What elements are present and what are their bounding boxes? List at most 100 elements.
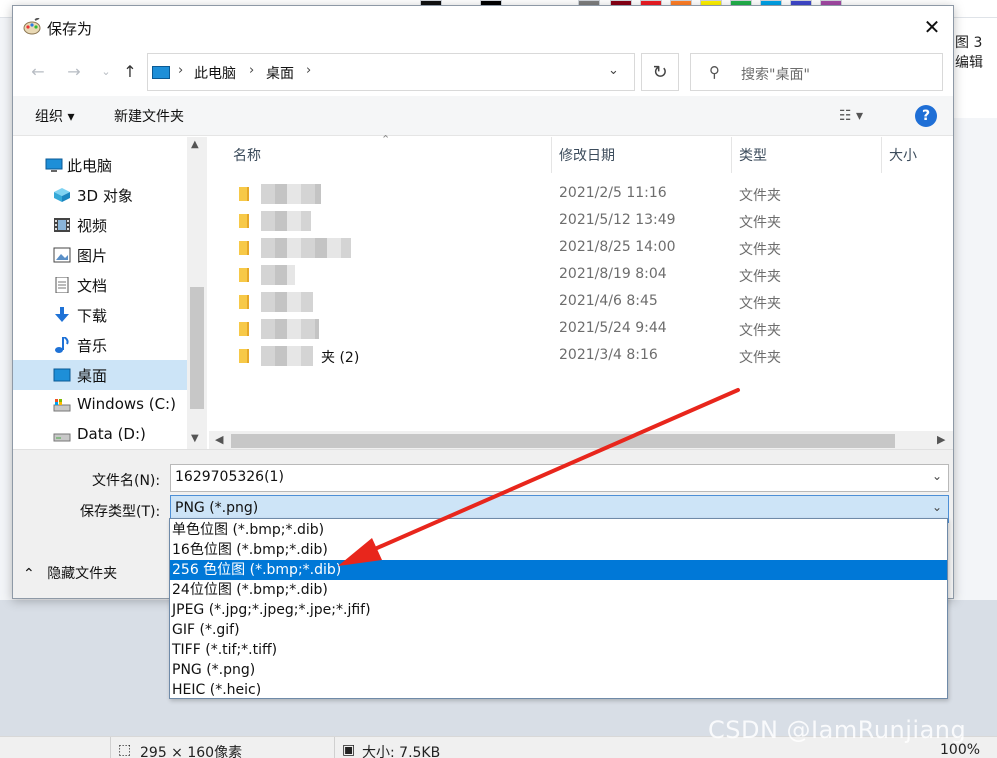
nav-item-data-d[interactable]: Data (D:) (13, 420, 187, 450)
file-row[interactable]: 2021/2/5 11:16 文件夹 (209, 181, 953, 208)
help-icon[interactable]: ? (915, 105, 937, 127)
up-arrow-icon[interactable]: ↑ (119, 60, 141, 82)
column-separator[interactable] (731, 137, 732, 173)
column-header-date[interactable]: 修改日期 (559, 145, 615, 165)
pictures-icon (53, 247, 71, 263)
dropdown-option-selected[interactable]: 256 色位图 (*.bmp;*.dib) (170, 560, 947, 580)
view-options-icon[interactable]: ☷ ▾ (839, 108, 863, 124)
nav-item-this-pc[interactable]: 此电脑 (13, 150, 187, 180)
chevron-down-icon[interactable]: ⌄ (932, 469, 942, 483)
nav-item-windows-c[interactable]: Windows (C:) (13, 390, 187, 420)
redacted-name (261, 292, 313, 312)
dropdown-option[interactable]: GIF (*.gif) (170, 620, 947, 640)
dropdown-option[interactable]: PNG (*.png) (170, 660, 947, 680)
file-row[interactable]: 2021/8/19 8:04 文件夹 (209, 262, 953, 289)
dropdown-option[interactable]: 24位位图 (*.bmp;*.dib) (170, 580, 947, 600)
nav-item-label: 桌面 (77, 367, 108, 385)
column-header-name[interactable]: 名称 (233, 145, 261, 165)
breadcrumb-separator-icon[interactable]: › (306, 63, 311, 78)
ribbon-label[interactable]: 图 3 (955, 32, 982, 52)
chevron-down-icon[interactable]: ⌄ (608, 63, 619, 78)
nav-item-pictures[interactable]: 图片 (13, 240, 187, 270)
navigation-pane: 此电脑 3D 对象 视频 图片 文档 下载 音乐 桌面 Windows (C:)… (13, 137, 209, 449)
dropdown-option[interactable]: JPEG (*.jpg;*.jpeg;*.jpe;*.jfif) (170, 600, 947, 620)
scroll-right-icon[interactable]: ▶ (937, 433, 945, 446)
drive-icon (53, 399, 71, 412)
status-separator (334, 737, 335, 758)
save-type-value: PNG (*.png) (175, 500, 259, 516)
dropdown-option[interactable]: 单色位图 (*.bmp;*.dib) (170, 520, 947, 540)
refresh-button[interactable]: ↻ (641, 53, 679, 91)
scroll-up-icon[interactable]: ▲ (191, 139, 199, 150)
file-type: 文件夹 (739, 269, 781, 285)
file-type: 文件夹 (739, 296, 781, 312)
download-icon (55, 307, 69, 322)
scrollbar-thumb[interactable] (190, 287, 204, 409)
recent-locations-chevron-icon[interactable]: ⌄ (95, 60, 117, 82)
scroll-down-icon[interactable]: ▼ (191, 433, 199, 444)
paint-palette-icon (23, 18, 41, 35)
nav-item-label: 音乐 (77, 337, 108, 355)
nav-item-music[interactable]: 音乐 (13, 330, 187, 360)
close-button[interactable]: ✕ (913, 12, 951, 42)
column-separator[interactable] (551, 137, 552, 173)
file-date: 2021/8/25 14:00 (559, 239, 676, 255)
dropdown-option[interactable]: TIFF (*.tif;*.tiff) (170, 640, 947, 660)
status-size: 大小: 7.5KB (362, 745, 441, 758)
forward-arrow-icon[interactable]: → (63, 60, 85, 82)
breadcrumb-this-pc[interactable]: 此电脑 (194, 63, 236, 83)
folder-icon (239, 241, 249, 255)
redacted-name (261, 346, 313, 366)
folder-icon (239, 295, 249, 309)
nav-pane-scrollbar[interactable]: ▲ ▼ (187, 137, 207, 449)
sort-ascending-icon: ⌃ (381, 133, 391, 146)
breadcrumb-separator-icon[interactable]: › (178, 63, 183, 78)
nav-item-downloads[interactable]: 下载 (13, 300, 187, 330)
disk-icon: ▣ (342, 742, 356, 758)
refresh-icon: ↻ (652, 61, 668, 83)
file-date: 2021/4/6 8:45 (559, 293, 658, 309)
redacted-name (261, 211, 311, 231)
file-row[interactable]: 2021/8/25 14:00 文件夹 (209, 235, 953, 262)
column-header-type[interactable]: 类型 (739, 145, 767, 165)
nav-item-documents[interactable]: 文档 (13, 270, 187, 300)
file-row[interactable]: 2021/5/24 9:44 文件夹 (209, 316, 953, 343)
column-separator[interactable] (881, 137, 882, 173)
new-folder-button[interactable]: 新建文件夹 (114, 106, 184, 126)
file-date: 2021/8/19 8:04 (559, 266, 667, 282)
horizontal-scrollbar[interactable]: ◀ ▶ (209, 431, 953, 451)
organize-button[interactable]: 组织 ▾ (35, 106, 74, 126)
dialog-titlebar[interactable]: 保存为 ✕ (13, 6, 953, 48)
ribbon-label[interactable]: 编辑 (955, 52, 983, 72)
file-name: 夹 (2) (321, 350, 360, 366)
nav-item-videos[interactable]: 视频 (13, 210, 187, 240)
hide-folders-toggle[interactable]: ⌃ 隐藏文件夹 (23, 563, 117, 583)
file-type: 文件夹 (739, 215, 781, 231)
filename-input[interactable]: 1629705326(1) ⌄ (170, 464, 949, 492)
watermark: CSDN @IamRunjiang (708, 716, 967, 744)
nav-item-label: 下载 (77, 307, 108, 325)
file-date: 2021/5/24 9:44 (559, 320, 667, 336)
file-row[interactable]: 2021/4/6 8:45 文件夹 (209, 289, 953, 316)
save-type-dropdown-list: 单色位图 (*.bmp;*.dib) 16色位图 (*.bmp;*.dib) 2… (169, 518, 948, 699)
file-type: 文件夹 (739, 323, 781, 339)
file-row[interactable]: 夹 (2) 2021/3/4 8:16 文件夹 (209, 343, 953, 370)
dropdown-option[interactable]: HEIC (*.heic) (170, 680, 947, 700)
file-type: 文件夹 (739, 242, 781, 258)
nav-item-3d-objects[interactable]: 3D 对象 (13, 180, 187, 210)
breadcrumb-separator-icon[interactable]: › (249, 63, 254, 78)
column-header-size[interactable]: 大小 (889, 145, 917, 165)
chevron-down-icon[interactable]: ⌄ (932, 500, 942, 514)
dropdown-option[interactable]: 16色位图 (*.bmp;*.dib) (170, 540, 947, 560)
nav-item-label: 文档 (77, 277, 108, 295)
scrollbar-thumb[interactable] (231, 434, 895, 448)
file-row[interactable]: 2021/5/12 13:49 文件夹 (209, 208, 953, 235)
breadcrumb-desktop[interactable]: 桌面 (266, 63, 294, 83)
scroll-left-icon[interactable]: ◀ (215, 433, 223, 446)
file-type: 文件夹 (739, 350, 781, 366)
search-box[interactable]: ⚲ 搜索"桌面" (690, 53, 943, 91)
drive-icon (53, 433, 71, 442)
nav-item-desktop[interactable]: 桌面 (13, 360, 187, 390)
back-arrow-icon[interactable]: ← (27, 60, 49, 82)
address-bar[interactable]: › 此电脑 › 桌面 › ⌄ (147, 53, 635, 91)
